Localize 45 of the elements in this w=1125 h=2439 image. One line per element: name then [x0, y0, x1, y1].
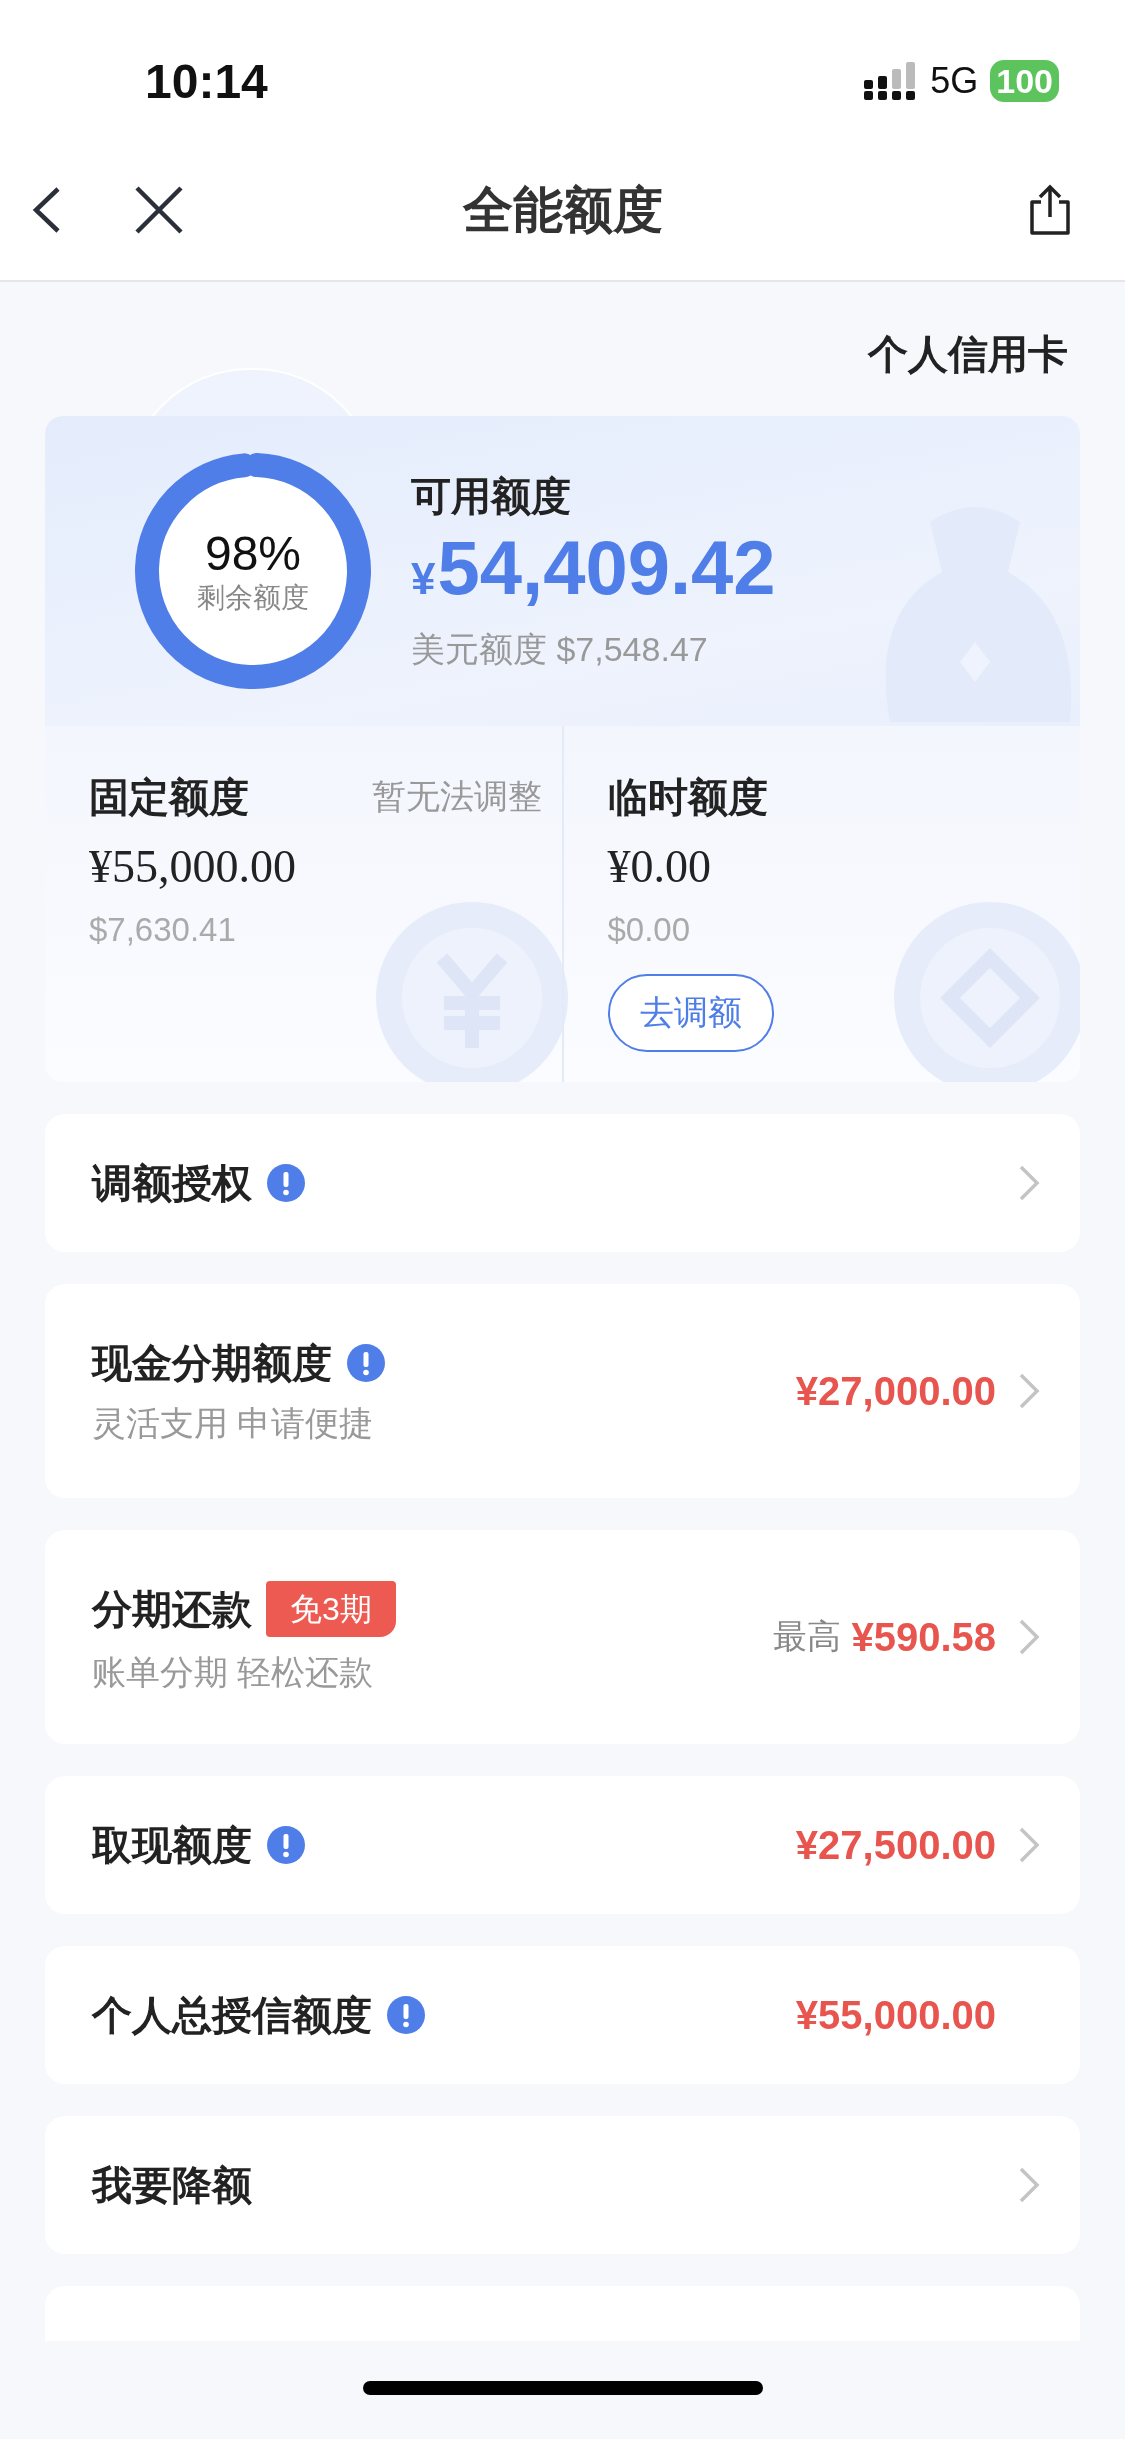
row-title: 我要降额	[92, 2162, 252, 2209]
limit-usd-amount: $0.00	[607, 910, 691, 950]
list-row[interactable]: 现金分期额度 灵活支用 申请便捷 ¥27,000.00	[45, 1284, 1080, 1498]
remaining-percent: 98%	[204, 527, 302, 581]
page-title: 全能额度	[462, 180, 663, 240]
status-time: 10:14	[145, 53, 269, 109]
list-row[interactable]: 个人总授信额度 ¥55,000.00	[45, 1946, 1080, 2084]
available-title: 可用额度	[411, 472, 572, 520]
signal-icon	[864, 62, 917, 100]
usd-amount: 美元额度 $7,548.47	[411, 628, 709, 670]
close-icon[interactable]	[134, 185, 184, 235]
remaining-caption: 剩余额度	[197, 581, 309, 615]
limit-amount: ¥55,000.00	[89, 840, 296, 894]
info-icon[interactable]	[266, 1825, 306, 1865]
row-amount: ¥27,500.00	[795, 1822, 996, 1868]
amount-prefix: 最高	[773, 1616, 842, 1657]
list-row[interactable]: 调额授权	[45, 1114, 1080, 1252]
card-type-label: 个人信用卡	[866, 331, 1069, 378]
info-icon[interactable]	[266, 1163, 306, 1203]
adjust-button[interactable]: 去调额	[607, 974, 774, 1052]
limit-note: 暂无法调整	[371, 776, 542, 817]
info-icon[interactable]	[386, 1995, 426, 2035]
row-amount: ¥590.58	[851, 1614, 996, 1660]
limit-title: 临时额度	[607, 774, 768, 821]
row-title: 分期还款	[92, 1586, 252, 1633]
row-title: 个人总授信额度	[92, 1992, 372, 2039]
list-row[interactable]: 取现额度 ¥27,500.00	[45, 1776, 1080, 1914]
info-icon[interactable]	[346, 1343, 386, 1383]
row-amount: ¥55,000.00	[795, 1992, 996, 2038]
available-amount: ¥54,409.42	[411, 523, 776, 612]
list-row[interactable]: 我要降额	[45, 2116, 1080, 2254]
limit-title: 固定额度	[89, 774, 249, 821]
limit-usd-amount: $7,630.41	[89, 910, 236, 950]
row-title: 现金分期额度	[92, 1340, 332, 1387]
promo-badge: 免3期	[266, 1581, 396, 1637]
row-title: 调额授权	[92, 1160, 252, 1207]
row-subtitle: 灵活支用 申请便捷	[92, 1403, 375, 1444]
network-label: 5G	[930, 60, 979, 102]
share-icon[interactable]	[1027, 184, 1073, 236]
row-title: 取现额度	[92, 1822, 252, 1869]
battery-level: 100	[990, 60, 1059, 102]
row-amount: ¥27,000.00	[795, 1368, 996, 1414]
list-row[interactable]: 分期还款 免3期 账单分期 轻松还款 最高 ¥590.58	[45, 1530, 1080, 1744]
row-subtitle: 账单分期 轻松还款	[92, 1652, 375, 1693]
limit-amount: ¥0.00	[607, 840, 711, 894]
